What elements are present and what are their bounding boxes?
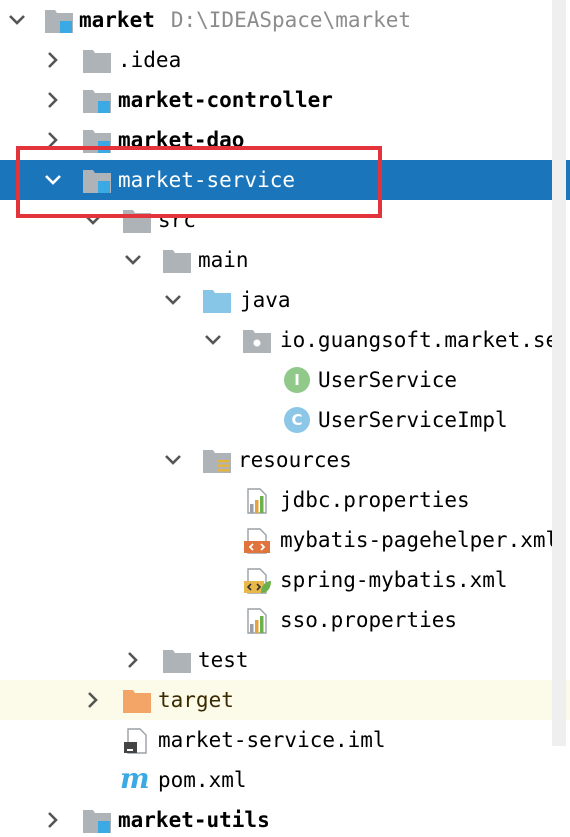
tree-row-market[interactable]: market D:\IDEASpace\market	[0, 0, 570, 40]
project-name-text: market	[79, 8, 155, 32]
class-icon: C	[284, 407, 310, 433]
folder-icon	[122, 208, 152, 234]
tree-item-label: target	[158, 688, 234, 712]
module-folder-icon	[82, 88, 112, 114]
tree-row-test[interactable]: test	[0, 640, 570, 680]
spring-xml-file-icon	[242, 568, 272, 594]
interface-icon: I	[284, 367, 310, 393]
tree-row-package[interactable]: io.guangsoft.market.se	[0, 320, 570, 360]
properties-file-icon	[242, 488, 272, 514]
package-icon	[242, 328, 272, 354]
tree-row-mybatis-pagehelper[interactable]: mybatis-pagehelper.xml	[0, 520, 570, 560]
chevron-down-icon[interactable]	[162, 289, 184, 311]
tree-item-label: UserService	[318, 368, 458, 392]
chevron-right-icon[interactable]	[122, 649, 144, 671]
tree-item-label: market-service	[118, 168, 296, 192]
module-folder-icon	[82, 168, 112, 194]
chevron-right-icon[interactable]	[42, 89, 64, 111]
folder-icon	[82, 48, 112, 74]
chevron-down-icon[interactable]	[82, 209, 104, 231]
folder-icon	[162, 648, 192, 674]
xml-file-icon	[242, 528, 272, 554]
tree-row-user-service-impl[interactable]: C UserServiceImpl	[0, 400, 570, 440]
tree-row-user-service[interactable]: I UserService	[0, 360, 570, 400]
tree-row-java[interactable]: java	[0, 280, 570, 320]
tree-item-label: sso.properties	[280, 608, 458, 632]
chevron-right-icon[interactable]	[42, 49, 64, 71]
tree-item-label: market-controller	[118, 88, 333, 112]
tree-row-spring-mybatis[interactable]: spring-mybatis.xml	[0, 560, 570, 600]
tree-item-label: market-dao	[118, 128, 245, 152]
tree-item-label: pom.xml	[158, 768, 247, 792]
tree-item-label: spring-mybatis.xml	[280, 568, 508, 592]
module-folder-icon	[44, 8, 74, 34]
tree-item-label: main	[198, 248, 249, 272]
tree-row-sso-properties[interactable]: sso.properties	[0, 600, 570, 640]
tree-row-jdbc-properties[interactable]: jdbc.properties	[0, 480, 570, 520]
tree-item-label: resources	[238, 448, 352, 472]
tree-item-label: market-service.iml	[158, 728, 386, 752]
tree-item-label: mybatis-pagehelper.xml	[280, 528, 559, 552]
project-name: market D:\IDEASpace\market	[79, 7, 411, 33]
chevron-right-icon[interactable]	[42, 129, 64, 151]
tree-item-label: test	[198, 648, 249, 672]
chevron-down-icon[interactable]	[6, 9, 28, 31]
tree-row-market-controller[interactable]: market-controller	[0, 80, 570, 120]
tree-row-main[interactable]: main	[0, 240, 570, 280]
tree-item-label: .idea	[118, 48, 182, 72]
resources-folder-icon	[202, 448, 232, 474]
project-tree: market D:\IDEASpace\market .idea market-c…	[0, 0, 570, 837]
tree-row-resources[interactable]: resources	[0, 440, 570, 480]
maven-pom-icon: m	[120, 762, 150, 795]
chevron-right-icon[interactable]	[42, 809, 64, 831]
chevron-right-icon[interactable]	[82, 689, 104, 711]
tree-row-target[interactable]: target	[0, 680, 570, 720]
tree-item-label: UserServiceImpl	[318, 408, 508, 432]
tree-row-iml[interactable]: market-service.iml	[0, 720, 570, 760]
tree-item-label: jdbc.properties	[280, 488, 470, 512]
tree-row-market-utils[interactable]: market-utils	[0, 800, 570, 837]
vertical-scrollbar[interactable]	[552, 0, 566, 746]
iml-file-icon	[122, 728, 152, 754]
chevron-down-icon[interactable]	[162, 449, 184, 471]
chevron-down-icon[interactable]	[42, 169, 64, 191]
folder-icon	[162, 248, 192, 274]
properties-file-icon	[242, 608, 272, 634]
tree-item-label: java	[240, 288, 291, 312]
tree-item-label: market-utils	[118, 808, 270, 832]
chevron-down-icon[interactable]	[122, 249, 144, 271]
tree-row-pom[interactable]: m pom.xml	[0, 760, 570, 800]
chevron-down-icon[interactable]	[202, 329, 224, 351]
module-folder-icon	[82, 128, 112, 154]
tree-item-label: src	[158, 208, 196, 232]
source-root-folder-icon	[202, 288, 232, 314]
tree-row-idea[interactable]: .idea	[0, 40, 570, 80]
tree-row-market-dao[interactable]: market-dao	[0, 120, 570, 160]
tree-row-src[interactable]: src	[0, 200, 570, 240]
tree-row-market-service[interactable]: market-service	[0, 160, 570, 200]
tree-item-label: io.guangsoft.market.se	[280, 328, 559, 352]
project-path: D:\IDEASpace\market	[170, 8, 412, 32]
excluded-folder-icon	[122, 688, 152, 714]
module-folder-icon	[82, 808, 112, 834]
